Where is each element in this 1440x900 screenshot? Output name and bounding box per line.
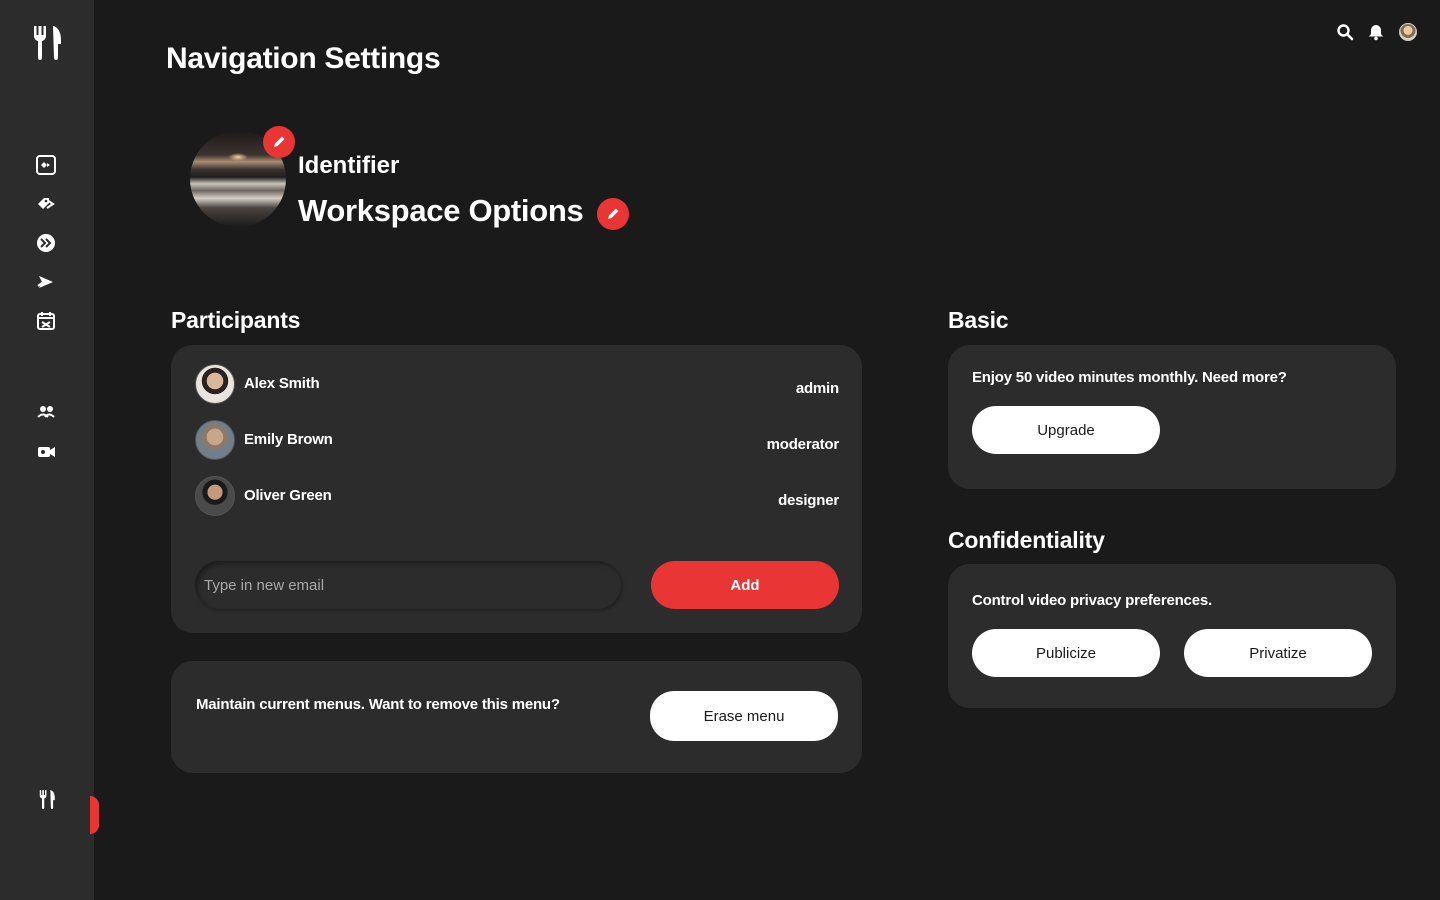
- confidentiality-card: Control video privacy preferences. Publi…: [948, 564, 1396, 708]
- bell-icon[interactable]: [1367, 23, 1385, 41]
- avatar: [195, 364, 235, 404]
- tag-icon[interactable]: [36, 194, 56, 214]
- confidentiality-title: Confidentiality: [948, 527, 1105, 553]
- email-input[interactable]: [195, 561, 621, 609]
- profile-name: Workspace Options: [298, 193, 584, 228]
- confidentiality-text: Control video privacy preferences.: [972, 592, 1212, 609]
- profile-label: Identifier: [298, 152, 400, 179]
- erase-menu-button[interactable]: Erase menu: [650, 691, 838, 741]
- participant-role: moderator: [766, 436, 840, 453]
- dashboard-icon[interactable]: [36, 155, 56, 175]
- publicize-button[interactable]: Publicize: [972, 629, 1160, 677]
- participants-title: Participants: [171, 307, 301, 333]
- participant-name: Alex Smith: [244, 375, 320, 392]
- basic-title: Basic: [948, 307, 1009, 333]
- pencil-icon: [274, 136, 285, 147]
- participant-name: Emily Brown: [244, 431, 333, 448]
- participant-role: designer: [778, 492, 839, 509]
- avatar: [195, 476, 235, 516]
- add-button[interactable]: Add: [651, 561, 839, 609]
- participant-row: Alex Smith admin: [195, 364, 839, 404]
- page-title: Navigation Settings: [166, 42, 441, 75]
- participant-role: admin: [795, 380, 839, 397]
- team-icon[interactable]: [36, 402, 56, 422]
- fork-knife-icon[interactable]: [31, 24, 63, 60]
- plane-icon[interactable]: [36, 272, 56, 292]
- basic-text: Enjoy 50 video minutes monthly. Need mor…: [972, 369, 1287, 386]
- avatar: [195, 420, 235, 460]
- participant-row: Oliver Green designer: [195, 476, 839, 516]
- erase-menu-card: Maintain current menus. Want to remove t…: [171, 661, 862, 773]
- pencil-icon: [608, 208, 619, 219]
- sidebar: [0, 0, 94, 900]
- camera-icon[interactable]: [36, 441, 56, 461]
- calendar-icon[interactable]: [36, 311, 56, 331]
- participant-row: Emily Brown moderator: [195, 420, 839, 460]
- avatar[interactable]: [1399, 23, 1417, 41]
- participant-name: Oliver Green: [244, 487, 332, 504]
- erase-menu-text: Maintain current menus. Want to remove t…: [196, 696, 560, 713]
- search-icon[interactable]: [1336, 23, 1354, 41]
- edit-name-button[interactable]: [597, 198, 629, 230]
- upgrade-button[interactable]: Upgrade: [972, 406, 1160, 454]
- sidebar-collapse-handle[interactable]: [90, 796, 99, 834]
- forward-icon[interactable]: [36, 233, 56, 253]
- participants-card: Alex Smith admin Emily Brown moderator O…: [171, 345, 862, 633]
- edit-image-button[interactable]: [263, 126, 295, 158]
- privatize-button[interactable]: Privatize: [1184, 629, 1372, 677]
- fork-knife-icon[interactable]: [38, 789, 56, 809]
- basic-card: Enjoy 50 video minutes monthly. Need mor…: [948, 345, 1396, 489]
